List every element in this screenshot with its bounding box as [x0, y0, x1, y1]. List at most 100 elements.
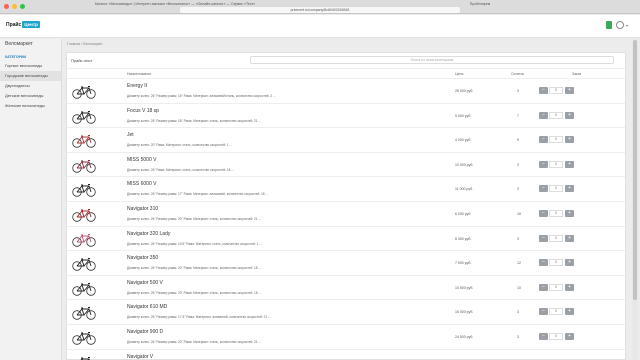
product-stock: 16 — [517, 211, 521, 216]
product-thumbnail[interactable] — [71, 355, 97, 360]
product-thumbnail[interactable] — [71, 158, 97, 173]
increase-quantity-button[interactable]: + — [565, 234, 574, 242]
table-row[interactable]: Navigator 310 Диаметр колес: 26" Размер р… — [67, 202, 625, 227]
table-row[interactable]: MISS 6000 V Диаметр колес: 26" Размер рам… — [67, 177, 625, 202]
decrease-quantity-button[interactable]: − — [539, 160, 548, 168]
bicycle-icon — [75, 356, 93, 360]
product-name[interactable]: Navigator 310 — [127, 206, 158, 212]
increase-quantity-button[interactable]: + — [565, 308, 574, 316]
sidebar-item[interactable]: Женские велосипеды — [0, 101, 61, 111]
increase-quantity-button[interactable]: + — [565, 111, 574, 119]
document-icon[interactable] — [606, 21, 612, 29]
table-row[interactable]: Navigator 320 Lady Диаметр колес: 26" Раз… — [67, 227, 625, 252]
product-thumbnail[interactable] — [71, 256, 97, 271]
user-icon[interactable] — [616, 21, 624, 29]
decrease-quantity-button[interactable]: − — [539, 234, 548, 242]
sidebar-title: Веломаркет — [5, 41, 33, 47]
decrease-quantity-button[interactable]: − — [539, 308, 548, 316]
product-thumbnail[interactable] — [71, 109, 97, 124]
close-window-button[interactable] — [4, 4, 9, 9]
decrease-quantity-button[interactable]: − — [539, 209, 548, 217]
product-price: 11 000 руб. — [455, 187, 474, 192]
decrease-quantity-button[interactable]: − — [539, 332, 548, 340]
sidebar-item[interactable]: Детские велосипеды — [0, 91, 61, 101]
product-name[interactable]: Energy II — [127, 83, 147, 89]
product-name[interactable]: Navigator 350 — [127, 255, 158, 261]
search-input[interactable]: Поиск по всем категориям — [250, 56, 614, 64]
app-logo[interactable]: Прайс Центр — [6, 21, 40, 28]
product-description: Диаметр колес: 26" Размер рамы: 18" Рама… — [127, 118, 262, 123]
decrease-quantity-button[interactable]: − — [539, 87, 548, 94]
increase-quantity-button[interactable]: + — [565, 136, 574, 144]
column-header-price[interactable]: Цена — [455, 72, 463, 76]
increase-quantity-button[interactable]: + — [565, 209, 574, 217]
product-name[interactable]: Navigator V — [127, 354, 153, 360]
product-thumbnail[interactable] — [71, 330, 97, 345]
address-bar[interactable]: pricecert.ru/company/8c6f/403245345 — [180, 7, 460, 13]
zoom-window-button[interactable] — [20, 4, 25, 9]
decrease-quantity-button[interactable]: − — [539, 283, 548, 291]
decrease-quantity-button[interactable]: − — [539, 259, 548, 267]
quantity-input[interactable]: 0 — [549, 259, 563, 267]
decrease-quantity-button[interactable]: − — [539, 185, 548, 193]
chevron-down-icon[interactable]: ▾ — [626, 23, 628, 28]
scrollbar-thumb[interactable] — [633, 40, 637, 300]
table-row[interactable]: Navigator 900 D Диаметр колес: 26" Размер… — [67, 325, 625, 350]
product-thumbnail[interactable] — [71, 207, 97, 222]
bicycle-icon — [72, 159, 96, 173]
product-thumbnail[interactable] — [71, 84, 97, 99]
column-header-stock[interactable]: Остаток — [511, 72, 524, 76]
quantity-input[interactable]: 0 — [549, 87, 563, 94]
table-header: Наименование Цена Остаток Заказ — [67, 69, 625, 79]
quantity-input[interactable]: 0 — [549, 111, 563, 119]
quantity-input[interactable]: 0 — [549, 308, 563, 316]
bicycle-icon — [72, 307, 96, 321]
product-name[interactable]: Navigator 610 MD — [127, 304, 167, 310]
quantity-input[interactable]: 0 — [549, 185, 563, 193]
column-header-order[interactable]: Заказ — [572, 72, 581, 76]
increase-quantity-button[interactable]: + — [565, 283, 574, 291]
table-row[interactable]: Navigator 610 MD Диаметр колес: 26" Разме… — [67, 300, 625, 325]
quantity-input[interactable]: 0 — [549, 209, 563, 217]
minimize-window-button[interactable] — [12, 4, 17, 9]
column-header-name[interactable]: Наименование — [127, 72, 151, 76]
product-thumbnail[interactable] — [71, 281, 97, 296]
quantity-input[interactable]: 0 — [549, 136, 563, 144]
product-name[interactable]: Navigator 320 Lady — [127, 231, 170, 237]
breadcrumb[interactable]: Главная / Веломаркет — [67, 42, 103, 46]
quantity-input[interactable]: 0 — [549, 234, 563, 242]
increase-quantity-button[interactable]: + — [565, 332, 574, 340]
decrease-quantity-button[interactable]: − — [539, 111, 548, 119]
product-name[interactable]: Navigator 900 D — [127, 329, 163, 335]
decrease-quantity-button[interactable]: − — [539, 136, 548, 144]
increase-quantity-button[interactable]: + — [565, 185, 574, 193]
quantity-input[interactable]: 0 — [549, 332, 563, 340]
panel-toolbar: Прайс-лист Поиск по всем категориям — [67, 53, 625, 69]
sidebar-item[interactable]: Горные велосипеды — [0, 61, 61, 71]
table-row[interactable]: Jet Диаметр колес: 20" Рама: Материал: ст… — [67, 128, 625, 153]
increase-quantity-button[interactable]: + — [565, 87, 574, 94]
product-name[interactable]: MISS 6000 V — [127, 181, 156, 187]
table-row[interactable]: Navigator 350 Диаметр колес: 26" Размер р… — [67, 251, 625, 276]
table-row[interactable]: Energy II Диаметр колес: 26" Размер рамы:… — [67, 79, 625, 104]
product-price: 9 000 руб. — [455, 113, 472, 118]
table-row[interactable]: Navigator 500 V Диаметр колес: 26" Размер… — [67, 276, 625, 301]
product-thumbnail[interactable] — [71, 305, 97, 321]
sidebar-item[interactable]: Двухподвесы — [0, 81, 61, 91]
product-name[interactable]: MISS 5000 V — [127, 157, 156, 163]
quantity-input[interactable]: 0 — [549, 160, 563, 168]
product-name[interactable]: Jet — [127, 132, 134, 138]
increase-quantity-button[interactable]: + — [565, 160, 574, 168]
product-thumbnail[interactable] — [71, 133, 97, 148]
table-row[interactable]: Navigator V — [67, 350, 625, 360]
product-name[interactable]: Navigator 500 V — [127, 280, 163, 286]
sidebar-item[interactable]: Городские велосипеды — [0, 71, 61, 81]
bicycle-icon — [72, 184, 96, 198]
increase-quantity-button[interactable]: + — [565, 259, 574, 267]
product-name[interactable]: Focus V 18 sp — [127, 108, 159, 114]
quantity-input[interactable]: 0 — [549, 283, 563, 291]
product-thumbnail[interactable] — [71, 182, 97, 198]
product-thumbnail[interactable] — [71, 232, 97, 247]
table-row[interactable]: MISS 5000 V Диаметр колес: 26" Рама: Мате… — [67, 153, 625, 178]
table-row[interactable]: Focus V 18 sp Диаметр колес: 26" Размер р… — [67, 104, 625, 129]
